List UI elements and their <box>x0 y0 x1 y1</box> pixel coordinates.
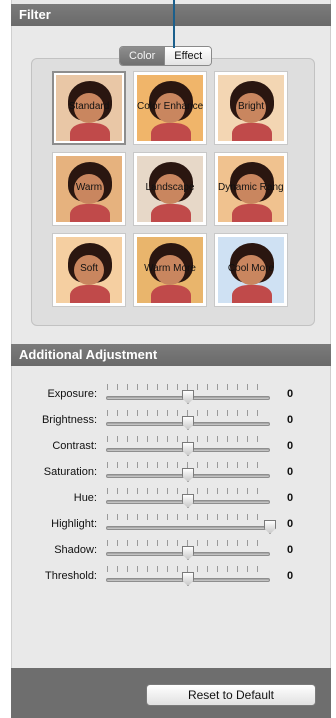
slider-label: Shadow: <box>54 544 97 556</box>
slider-value: 0 <box>287 570 294 582</box>
preset-label: Color Enhance <box>137 101 203 112</box>
adjustment-section-header: Additional Adjustment <box>11 344 331 366</box>
slider-value: 0 <box>287 492 294 504</box>
preset-preview-image: Soft <box>56 237 122 303</box>
slider-value: 0 <box>287 388 294 400</box>
preset-preview-image: Dynamic Range <box>218 156 284 222</box>
filter-preset-thumbnail[interactable]: Standard <box>52 71 126 145</box>
preset-label: Warm <box>75 182 103 193</box>
slider-row: Contrast: 0 <box>11 436 331 458</box>
filter-tab-switcher: Color Effect <box>119 46 213 66</box>
preset-label: Cool More <box>227 263 275 274</box>
preset-label: Bright <box>237 101 265 112</box>
filter-preset-thumbnail[interactable]: Bright <box>214 71 288 145</box>
slider-value: 0 <box>287 466 294 478</box>
slider-ticks <box>107 384 267 390</box>
slider-row: Saturation: 0 <box>11 462 331 484</box>
filter-preset-thumbnail[interactable]: Landscape <box>133 152 207 226</box>
reset-to-default-button[interactable]: Reset to Default <box>146 684 316 706</box>
preset-label: Soft <box>80 263 98 274</box>
slider-thumb[interactable] <box>182 390 194 404</box>
slider-thumb[interactable] <box>182 546 194 560</box>
preset-preview-image: Warm More <box>137 237 203 303</box>
slider-ticks <box>107 540 267 546</box>
filter-preset-grid: Standard Color Enhance Bright Warm Landscape… <box>31 58 315 326</box>
slider-label: Highlight: <box>51 518 97 530</box>
slider-thumb[interactable] <box>182 494 194 508</box>
preset-preview-image: Landscape <box>137 156 203 222</box>
slider-label: Exposure: <box>47 388 97 400</box>
preset-preview-image: Warm <box>56 156 122 222</box>
adjustment-title: Additional Adjustment <box>19 347 158 362</box>
slider-ticks <box>107 488 267 494</box>
filter-preset-thumbnail[interactable]: Dynamic Range <box>214 152 288 226</box>
tab-effect[interactable]: Effect <box>164 47 212 65</box>
preset-label: Standard <box>68 101 110 112</box>
slider-label: Hue: <box>73 492 97 504</box>
slider-row: Highlight: 0 <box>11 514 331 536</box>
filter-preset-thumbnail[interactable]: Warm <box>52 152 126 226</box>
preset-preview-image: Color Enhance <box>137 75 203 141</box>
preset-preview-image: Bright <box>218 75 284 141</box>
slider-label: Brightness: <box>41 414 97 426</box>
slider-row: Exposure: 0 <box>11 384 331 406</box>
slider-label: Threshold: <box>45 570 97 582</box>
preset-label: Warm More <box>144 263 196 274</box>
slider-thumb[interactable] <box>182 442 194 456</box>
slider-ticks <box>107 566 267 572</box>
filter-preset-thumbnail[interactable]: Warm More <box>133 233 207 307</box>
slider-track[interactable] <box>106 526 270 530</box>
slider-value: 0 <box>287 414 294 426</box>
slider-thumb[interactable] <box>182 572 194 586</box>
slider-thumb[interactable] <box>264 520 276 534</box>
filter-preset-thumbnail[interactable]: Soft <box>52 233 126 307</box>
slider-thumb[interactable] <box>182 468 194 482</box>
slider-ticks <box>107 462 267 468</box>
slider-value: 0 <box>287 544 294 556</box>
panel-footer: Reset to Default <box>11 668 331 718</box>
adjustment-panel: Filter Standard Color Enhance Bright Warm La… <box>11 0 331 718</box>
callout-pointer-line <box>173 0 175 48</box>
slider-row: Brightness: 0 <box>11 410 331 432</box>
preset-preview-image: Standard <box>56 75 122 141</box>
preset-label: Landscape <box>145 182 195 193</box>
preset-preview-image: Cool More <box>218 237 284 303</box>
slider-label: Contrast: <box>52 440 97 452</box>
slider-row: Shadow: 0 <box>11 540 331 562</box>
preset-label: Dynamic Range <box>218 182 284 193</box>
filter-preset-thumbnail[interactable]: Cool More <box>214 233 288 307</box>
filter-section-header: Filter <box>11 4 331 26</box>
slider-row: Hue: 0 <box>11 488 331 510</box>
filter-preset-thumbnail[interactable]: Color Enhance <box>133 71 207 145</box>
slider-value: 0 <box>287 518 294 530</box>
slider-value: 0 <box>287 440 294 452</box>
slider-ticks <box>107 436 267 442</box>
slider-ticks <box>107 514 267 520</box>
filter-title: Filter <box>19 7 51 22</box>
slider-row: Threshold: 0 <box>11 566 331 588</box>
slider-label: Saturation: <box>43 466 97 478</box>
tab-color[interactable]: Color <box>120 47 165 65</box>
slider-ticks <box>107 410 267 416</box>
slider-thumb[interactable] <box>182 416 194 430</box>
